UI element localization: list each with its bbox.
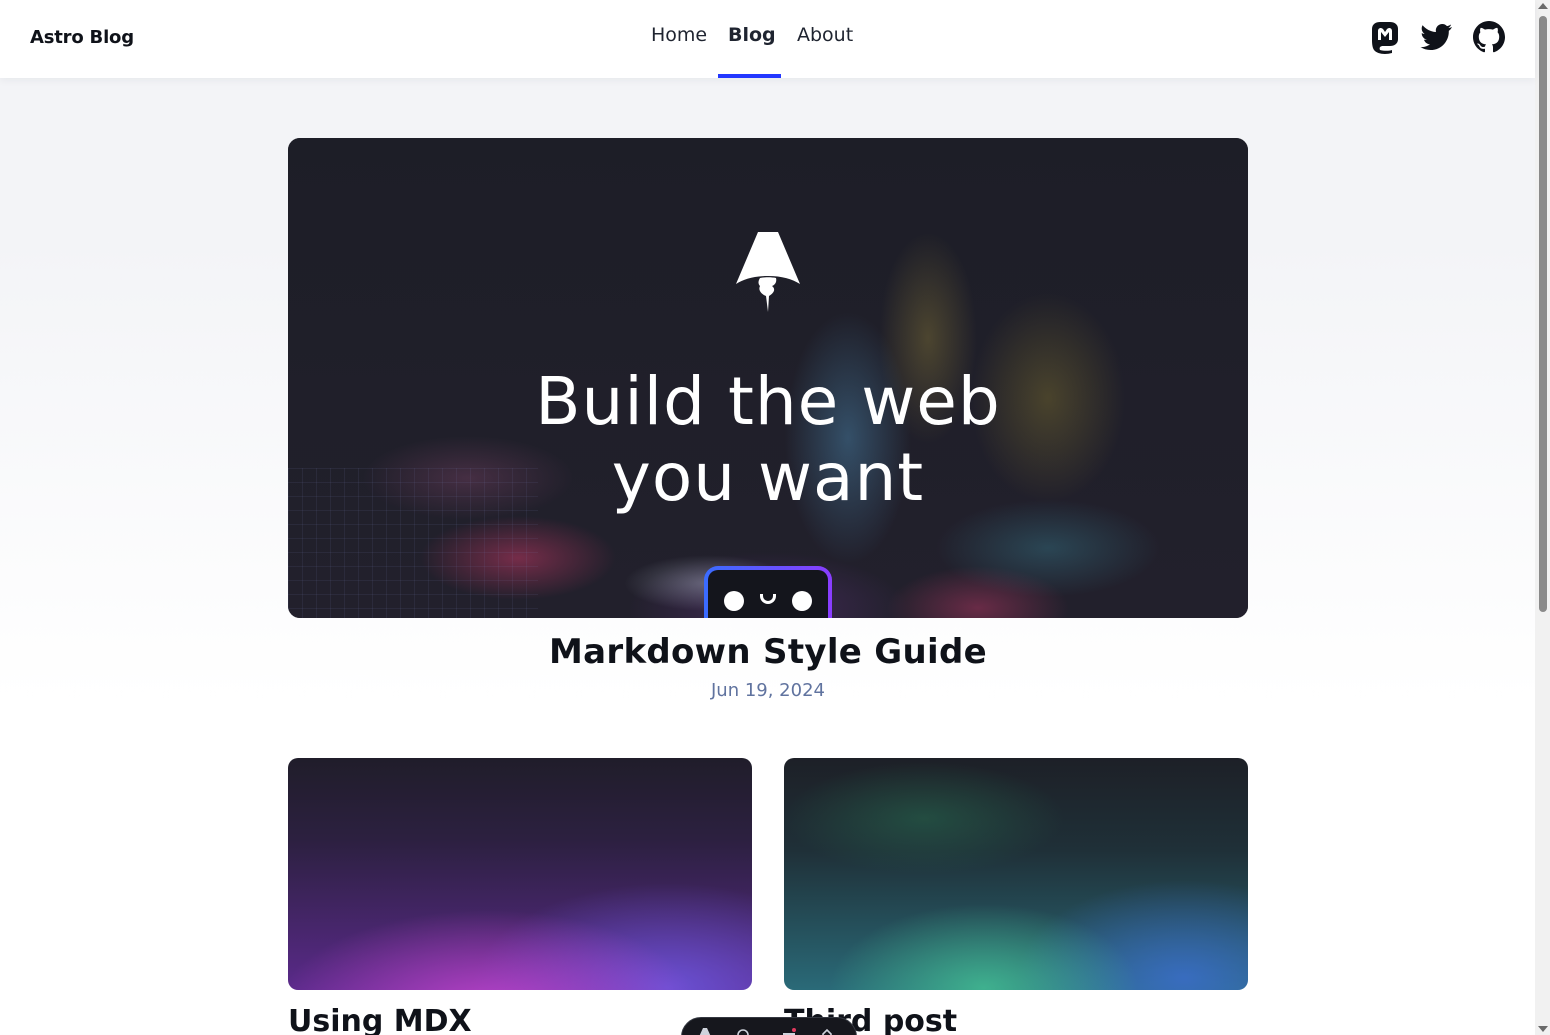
featured-post-image[interactable]: Build the web you want: [288, 138, 1248, 618]
settings-icon[interactable]: [820, 1028, 834, 1035]
post-card-title-mdx[interactable]: Using MDX: [288, 1004, 472, 1035]
post-card-image-third[interactable]: [784, 758, 1248, 990]
post-card-image-mdx[interactable]: [288, 758, 752, 990]
featured-post-date: Jun 19, 2024: [710, 680, 825, 701]
scroll-up-arrow-icon[interactable]: [1538, 3, 1548, 9]
featured-post-title[interactable]: Markdown Style Guide: [288, 632, 1248, 672]
mascot-mouth: [760, 594, 776, 604]
mascot-left-eye: [724, 591, 744, 611]
nav-home[interactable]: Home: [651, 24, 707, 46]
scrollbar-thumb[interactable]: [1539, 16, 1547, 612]
dev-toolbar[interactable]: [681, 1017, 857, 1035]
github-icon[interactable]: [1472, 20, 1506, 54]
main-nav: Home Blog About: [0, 0, 1535, 78]
twitter-icon[interactable]: [1420, 20, 1454, 54]
nav-about[interactable]: About: [797, 24, 853, 46]
astro-menu-icon[interactable]: [698, 1028, 712, 1035]
audit-icon[interactable]: [782, 1028, 796, 1035]
site-header: Astro Blog Home Blog About: [0, 0, 1535, 78]
nav-blog[interactable]: Blog: [728, 24, 776, 46]
hero-headline-line1: Build the web: [535, 363, 1001, 440]
houston-mascot: [704, 566, 832, 618]
active-nav-indicator: [718, 74, 781, 78]
hero-headline-line2: you want: [611, 439, 925, 516]
page-scrollbar[interactable]: [1535, 0, 1550, 1035]
mascot-face: [708, 570, 828, 618]
mastodon-icon[interactable]: [1368, 20, 1402, 54]
astro-logo-icon: [736, 232, 800, 312]
mascot-right-eye: [792, 591, 812, 611]
hero-headline: Build the web you want: [288, 364, 1248, 516]
inspect-icon[interactable]: [736, 1028, 750, 1035]
scroll-down-arrow-icon[interactable]: [1538, 1026, 1548, 1032]
